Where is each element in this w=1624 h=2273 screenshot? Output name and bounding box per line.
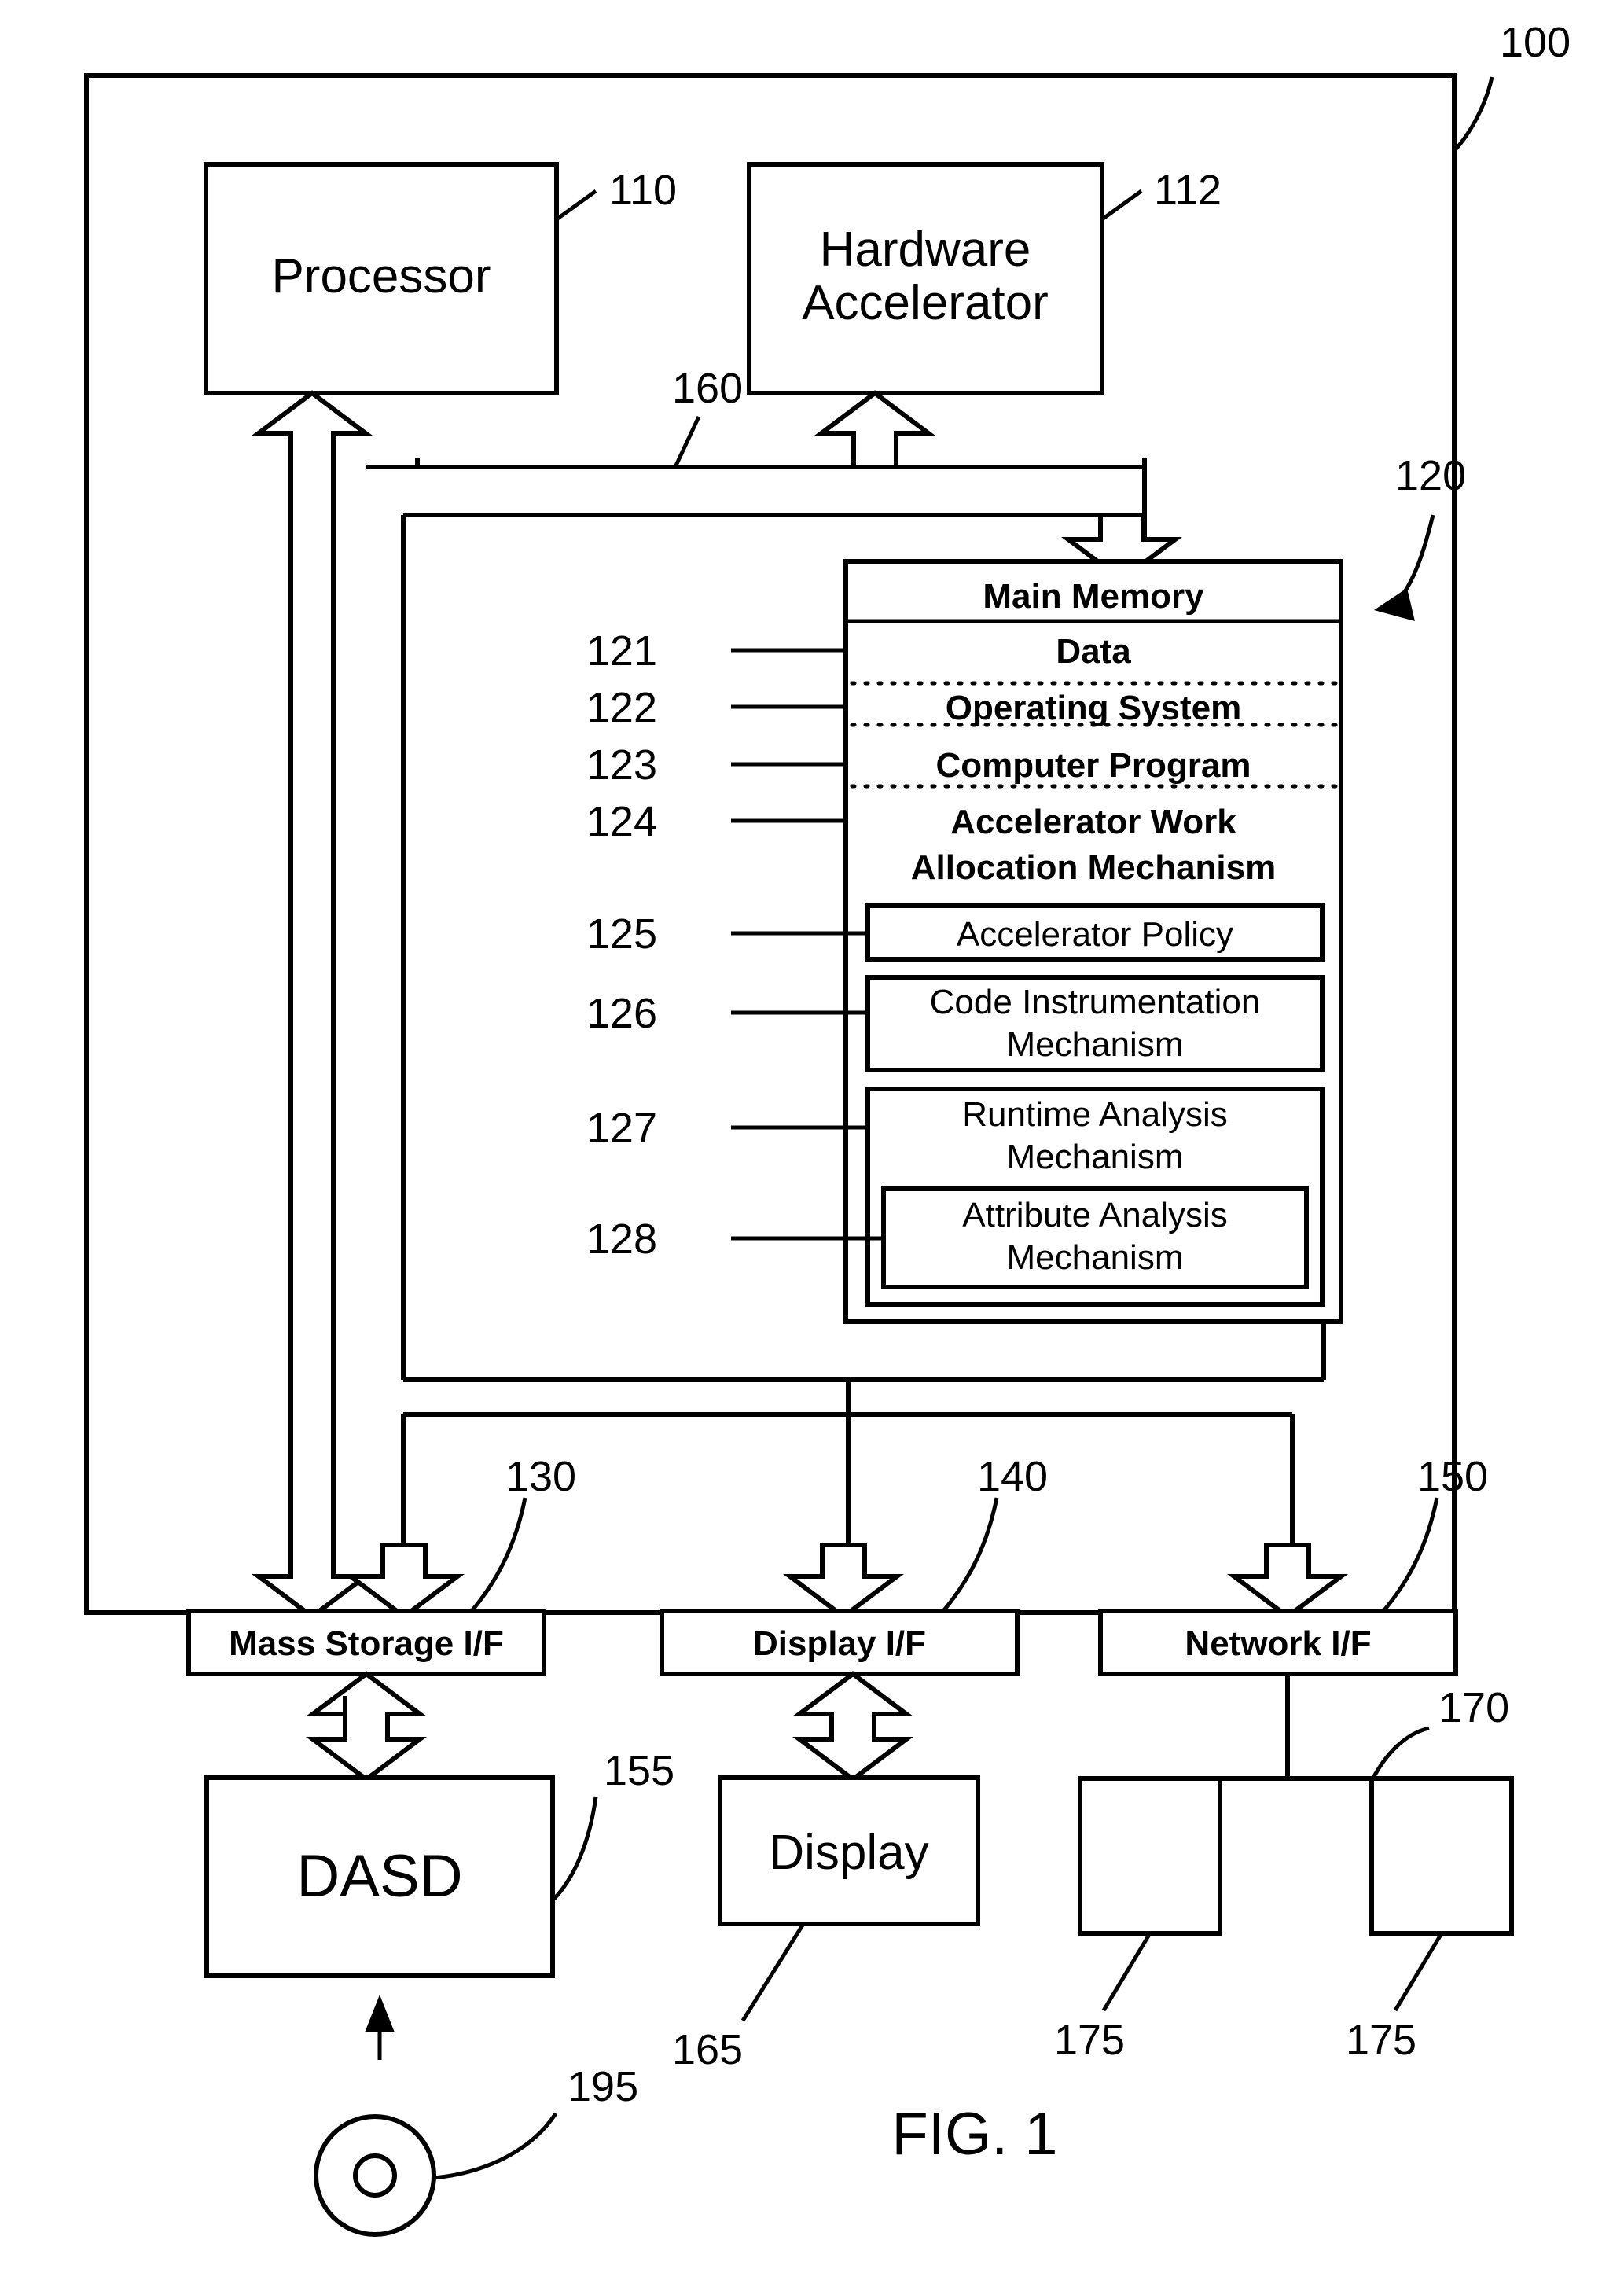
memory-item-code-instr-line2: Mechanism	[1007, 1025, 1184, 1064]
display-label: Display	[769, 1826, 928, 1880]
ref-175-left-label: 175	[1054, 2017, 1125, 2064]
ref-126-label: 126	[586, 990, 657, 1037]
ref-123-label: 123	[586, 741, 657, 789]
memory-item-runtime-line1: Runtime Analysis	[962, 1095, 1227, 1134]
ref-110-label: 110	[609, 167, 677, 214]
accelerator-label-line2: Accelerator	[802, 276, 1049, 330]
network-if-label: Network I/F	[1185, 1624, 1371, 1663]
memory-item-attribute-line2: Mechanism	[1007, 1238, 1184, 1277]
ref-120-label: 120	[1395, 452, 1466, 499]
leader-175-left	[1101, 1932, 1152, 2012]
ref-140-label: 140	[977, 1453, 1048, 1500]
ref-122-label: 122	[586, 684, 657, 731]
ref-130-label: 130	[505, 1453, 576, 1500]
ref-128-label: 128	[586, 1216, 657, 1263]
leader-195	[433, 2112, 558, 2180]
ref-195-label: 195	[568, 2063, 638, 2110]
leader-155	[551, 1796, 598, 1902]
memory-item-code-instr-line1: Code Instrumentation	[930, 983, 1261, 1021]
memory-item-attribute-line1: Attribute Analysis	[962, 1196, 1228, 1234]
ref-170-label: 170	[1438, 1684, 1509, 1731]
memory-item-runtime-line2: Mechanism	[1007, 1138, 1184, 1176]
memory-item-computer-program: Computer Program	[936, 746, 1251, 785]
ref-155-label: 155	[604, 1747, 674, 1794]
display-if-label: Display I/F	[753, 1624, 926, 1663]
network-node-left	[1078, 1776, 1222, 1936]
memory-item-data: Data	[1056, 632, 1131, 671]
leader-100	[1453, 76, 1494, 153]
ref-121-label: 121	[586, 627, 657, 675]
ref-175-right-label: 175	[1346, 2017, 1416, 2064]
figure-caption: FIG. 1	[891, 2101, 1057, 2168]
ref-112-label: 112	[1154, 167, 1222, 214]
memory-item-awam-line1: Accelerator Work	[950, 803, 1236, 841]
memory-item-awam-line2: Allocation Mechanism	[911, 848, 1277, 887]
leader-165	[740, 1922, 806, 2022]
processor-label: Processor	[271, 249, 491, 303]
leader-175-right	[1393, 1932, 1444, 2012]
ref-125-label: 125	[586, 910, 657, 958]
mass-storage-if-label: Mass Storage I/F	[229, 1624, 504, 1663]
media-disc-hole	[353, 2153, 397, 2198]
ref-127-label: 127	[586, 1105, 657, 1152]
main-memory-title: Main Memory	[983, 577, 1204, 616]
dasd-link-arrow	[306, 1671, 427, 1782]
ref-124-label: 124	[586, 798, 657, 845]
leader-170	[1369, 1726, 1430, 1782]
memory-item-accelerator-policy: Accelerator Policy	[957, 915, 1233, 954]
display-link-arrow	[792, 1671, 913, 1782]
ref-160-label: 160	[672, 365, 743, 412]
media-to-dasd-arrowhead	[365, 1995, 395, 2032]
memory-item-operating-system: Operating System	[946, 689, 1242, 727]
system-ref-label: 100	[1500, 19, 1571, 66]
ref-165-label: 165	[672, 2026, 743, 2073]
patent-figure: 100 Processor 110 Hardware Accelerator 1…	[0, 0, 1624, 2273]
dasd-label: DASD	[296, 1843, 462, 1910]
ref-150-label: 150	[1417, 1453, 1488, 1500]
accelerator-label-line1: Hardware	[820, 223, 1031, 277]
network-node-right	[1369, 1776, 1514, 1936]
